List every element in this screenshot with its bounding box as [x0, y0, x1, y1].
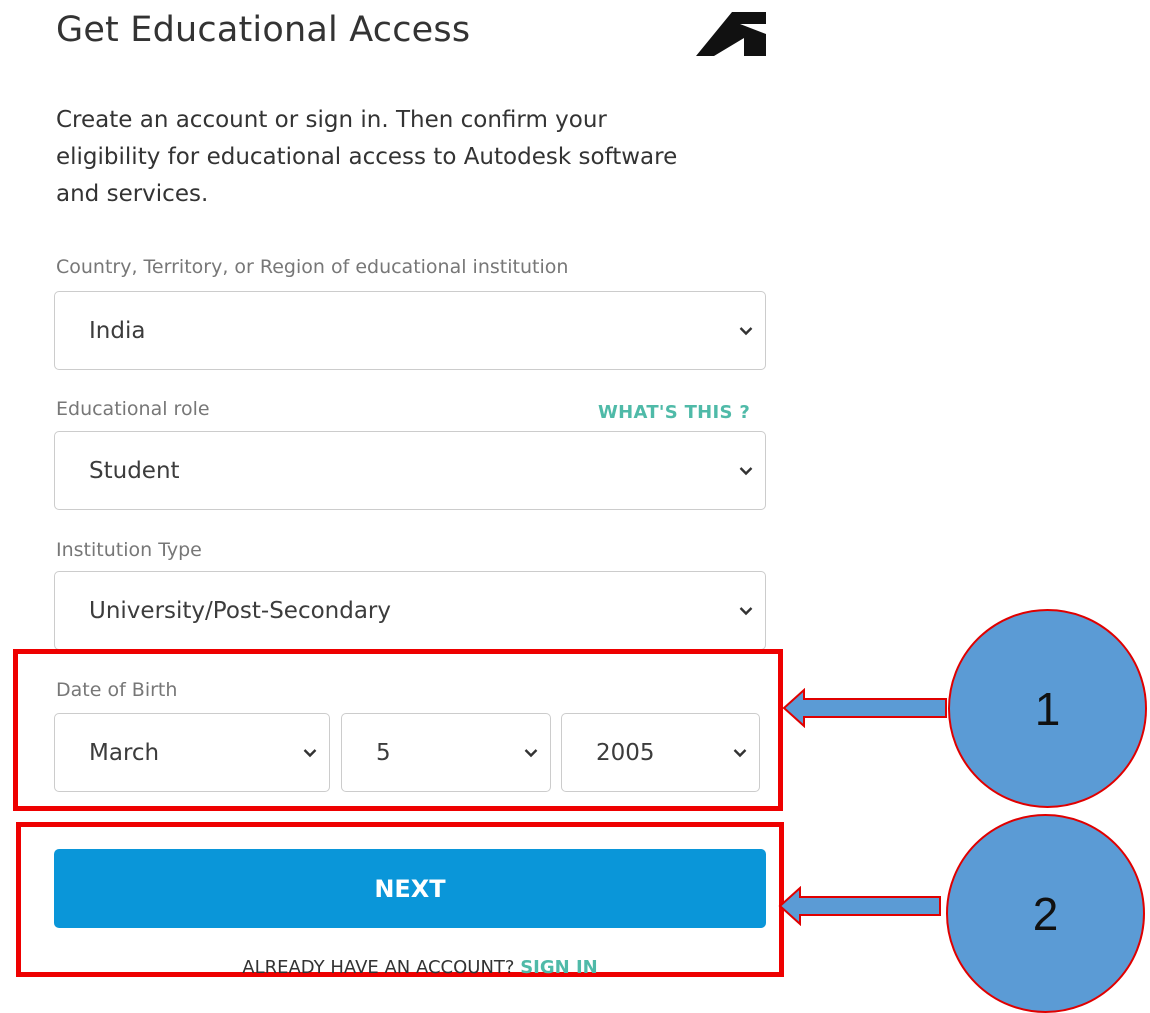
dob-month-select[interactable]: March [54, 713, 330, 792]
autodesk-logo-icon [696, 12, 766, 56]
institution-value: University/Post-Secondary [89, 597, 391, 624]
country-value: India [89, 317, 146, 344]
country-label: Country, Territory, or Region of educati… [56, 256, 569, 278]
page-title: Get Educational Access [56, 10, 471, 50]
chevron-down-icon [739, 466, 753, 475]
dob-day-select[interactable]: 5 [341, 713, 551, 792]
role-value: Student [89, 457, 180, 484]
dob-label: Date of Birth [56, 679, 178, 701]
annotation-arrow-1-icon [782, 688, 947, 728]
already-have-account: ALREADY HAVE AN ACCOUNT? SIGN IN [0, 957, 840, 978]
already-have-account-text: ALREADY HAVE AN ACCOUNT? [242, 957, 515, 978]
next-button[interactable]: NEXT [54, 849, 766, 928]
role-select[interactable]: Student [54, 431, 766, 510]
chevron-down-icon [733, 748, 747, 757]
dob-year-value: 2005 [596, 739, 655, 766]
chevron-down-icon [739, 326, 753, 335]
annotation-step-2: 2 [946, 814, 1145, 1013]
country-select[interactable]: India [54, 291, 766, 370]
intro-text: Create an account or sign in. Then confi… [56, 107, 678, 207]
chevron-down-icon [739, 606, 753, 615]
chevron-down-icon [303, 748, 317, 757]
dob-year-select[interactable]: 2005 [561, 713, 760, 792]
institution-select[interactable]: University/Post-Secondary [54, 571, 766, 650]
chevron-down-icon [524, 748, 538, 757]
dob-day-value: 5 [376, 739, 391, 766]
annotation-arrow-2-icon [778, 886, 941, 926]
institution-label: Institution Type [56, 539, 202, 561]
annotation-step-1: 1 [948, 609, 1147, 808]
role-label: Educational role [56, 398, 210, 420]
dob-month-value: March [89, 739, 160, 766]
sign-in-link[interactable]: SIGN IN [520, 957, 598, 978]
whats-this-link[interactable]: WHAT'S THIS ? [598, 402, 750, 423]
